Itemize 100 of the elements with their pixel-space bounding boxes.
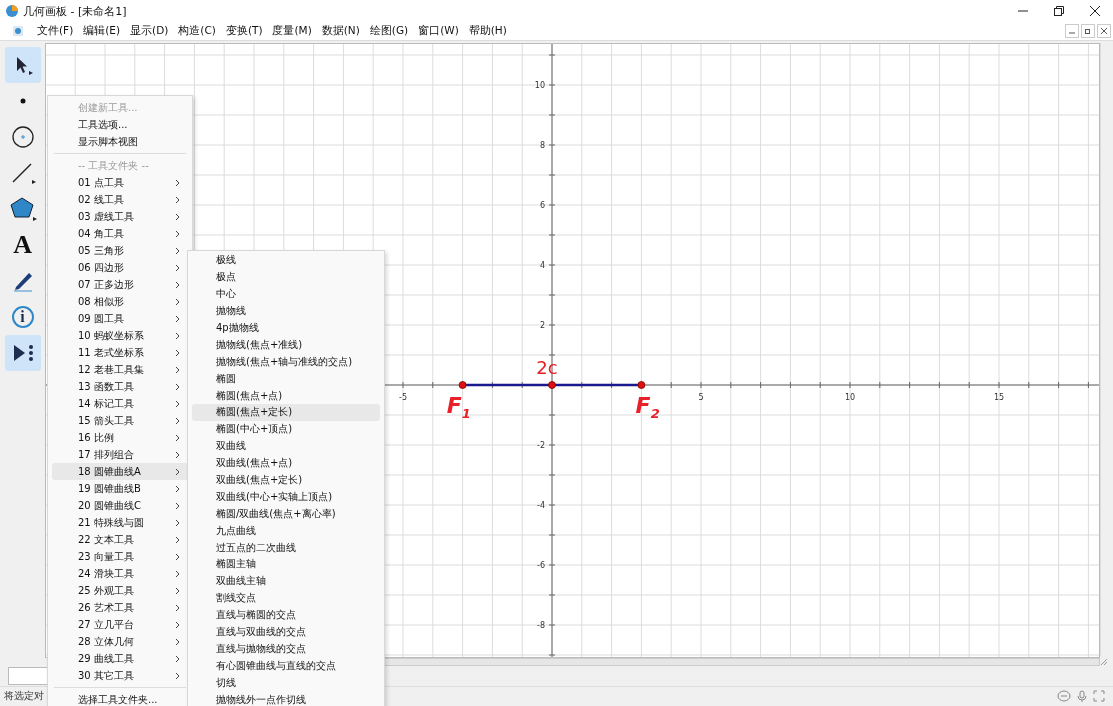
menu-item[interactable]: 帮助(H) [463,24,512,38]
menu-item[interactable]: 极线 [192,252,380,269]
menu-item[interactable]: 显示脚本视图 [52,133,188,150]
menu-item[interactable]: 直线与双曲线的交点 [192,623,380,641]
axis-label: 2 [540,321,546,330]
submenu-item[interactable]: 17 排列组合 [52,446,188,463]
menu-item[interactable]: 抛物线外一点作切线 [192,691,380,706]
submenu-item[interactable]: 15 箭头工具 [52,412,188,429]
submenu-item[interactable]: 12 老巷工具集 [52,361,188,378]
menu-item[interactable]: 双曲线 [192,437,380,455]
menu-item[interactable]: 直线与椭圆的交点 [192,606,380,624]
submenu-item[interactable]: 24 滑块工具 [52,565,188,582]
menu-item[interactable]: 工具选项... [52,116,188,133]
submenu-item[interactable]: 26 艺术工具 [52,599,188,616]
restore-icon [1054,6,1064,16]
menu-item[interactable]: 绘图(G) [364,24,414,38]
submenu-item[interactable]: 21 特殊线与圆 [52,514,188,531]
tool-button[interactable]: A [4,227,41,263]
axis-label: 4 [540,261,546,270]
menu-header: -- 工具文件夹 -- [77,158,150,173]
menu-item[interactable]: 椭圆 [192,370,380,388]
restore-button[interactable] [1081,24,1095,38]
menu-item[interactable]: 显示(D) [125,24,174,38]
menu-item[interactable]: 双曲线(焦点+点) [192,454,380,472]
menu-item[interactable]: 抛物线(焦点+轴与准线的交点) [192,353,380,371]
close-icon [1100,27,1108,35]
menu-item[interactable]: 数据(N) [316,24,365,38]
submenu-item[interactable]: 02 线工具 [52,191,188,208]
menu-item[interactable]: 椭圆/双曲线(焦点+离心率) [192,505,380,523]
submenu-item[interactable]: 11 老式坐标系 [52,344,188,361]
submenu-item[interactable]: 03 虚线工具 [52,208,188,225]
submenu-item[interactable]: 28 立体几何 [52,633,188,650]
submenu-item[interactable]: 04 角工具 [52,225,188,242]
submenu-item[interactable]: 22 文本工具 [52,531,188,548]
menu-item[interactable]: 双曲线(焦点+定长) [192,471,380,489]
axis-label: -2 [537,441,546,450]
submenu-item[interactable]: 25 外观工具 [52,582,188,599]
menu-item[interactable]: 变换(T) [220,24,268,38]
submenu-item[interactable]: 19 圆锥曲线B [52,480,188,497]
submenu-item[interactable]: 01 点工具 [52,174,188,191]
point-label: 2c [536,357,558,378]
submenu-item[interactable]: 09 圆工具 [52,310,188,327]
menu-item[interactable]: 度量(M) [267,24,317,38]
submenu-item[interactable]: 18 圆锥曲线A [52,463,188,480]
menu-item[interactable]: 切线 [192,674,380,692]
resize-grip-icon [1100,658,1108,666]
menu-item[interactable]: 抛物线 [192,302,380,320]
menu-item[interactable]: 选择工具文件夹... [52,691,188,706]
submenu-item[interactable]: 07 正多边形 [52,276,188,293]
document-icon [12,25,24,37]
circle-icon [10,125,35,149]
menu-item[interactable]: 椭圆(焦点+定长) [192,404,380,421]
axis-label: 8 [540,141,546,150]
submenu-item[interactable]: 10 蚂蚁坐标系 [52,327,188,344]
keyboard-icon [1057,690,1071,702]
point-label: F$_{1}$ [446,393,471,422]
axis-label: -8 [537,621,546,630]
submenu-item[interactable]: 29 曲线工具 [52,650,188,667]
point [637,381,646,389]
axis-label: -5 [399,393,408,402]
close-button[interactable] [1097,24,1111,38]
menu-item[interactable]: 双曲线主轴 [192,572,380,590]
tool-button[interactable] [4,47,41,83]
submenu-item[interactable]: 16 比例 [52,429,188,446]
submenu-item[interactable]: 05 三角形 [52,242,188,259]
submenu-item[interactable]: 27 立几平台 [52,616,188,633]
menu-item[interactable]: 中心 [192,285,380,303]
menu-item[interactable]: 4p抛物线 [192,319,380,337]
menu-item[interactable]: 椭圆(焦点+点) [192,387,380,404]
tool-button[interactable] [4,335,41,371]
submenu-item[interactable]: 13 函数工具 [52,378,188,395]
menu-item[interactable]: 编辑(E) [78,24,126,38]
status-text: 将选定对 [4,689,44,703]
menu-item[interactable]: 椭圆(中心+顶点) [192,420,380,438]
menu-item[interactable]: 有心圆锥曲线与直线的交点 [192,657,380,675]
submenu-item[interactable]: 30 其它工具 [52,667,188,684]
point-icon [18,97,27,105]
menu-item[interactable]: 九点曲线 [192,522,380,540]
info-bubble: i [11,306,34,328]
close-icon [1090,6,1100,16]
app-logo-icon [5,4,19,18]
menu-item[interactable]: 双曲线(中心+实轴上顶点) [192,488,380,506]
menu-item[interactable]: 直线与抛物线的交点 [192,640,380,658]
submenu-item[interactable]: 06 四边形 [52,259,188,276]
submenu-item[interactable]: 14 标记工具 [52,395,188,412]
tool-button[interactable]: i [4,299,41,335]
submenu-item[interactable]: 08 相似形 [52,293,188,310]
axis-label: 10 [845,393,856,402]
menu-item[interactable]: 极点 [192,268,380,286]
menu-item[interactable]: 过五点的二次曲线 [192,539,380,557]
menu-item[interactable]: 构造(C) [173,24,221,38]
point [458,381,467,389]
submenu-item[interactable]: 20 圆锥曲线C [52,497,188,514]
submenu-item[interactable]: 23 向量工具 [52,548,188,565]
menu-item[interactable]: 椭圆主轴 [192,556,380,573]
menu-item[interactable]: 窗口(W) [413,24,464,38]
menu-item[interactable]: 文件(F) [32,24,79,38]
menu-item[interactable]: 抛物线(焦点+准线) [192,336,380,354]
menu-item[interactable]: 割线交点 [192,589,380,607]
axis-label: 5 [698,393,704,402]
